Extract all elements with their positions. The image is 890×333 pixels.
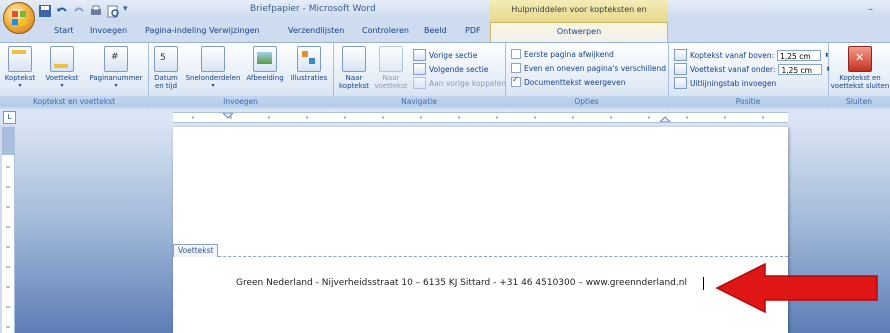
document-page[interactable] [173,127,788,333]
tab-pdf[interactable]: PDF [465,26,481,35]
option-even-oneven[interactable]: Even en oneven pagina's verschillend [511,63,666,73]
voettekst-button[interactable]: Voettekst ▾ [42,46,82,89]
group-label-positie: Positie [668,96,828,107]
goto-footer-icon [379,46,403,72]
tab-controleren[interactable]: Controleren [362,26,409,35]
naar-voettekst-button[interactable]: Naar voettekst [373,46,409,90]
footer-boundary [173,256,788,257]
koptekst-vanaf-boven: Koptekst vanaf boven: 1,25 cm ⬍ [674,49,829,61]
footer-text[interactable]: Green Nederland - Nijverheidsstraat 10 –… [236,278,687,288]
checkbox-eerste-pagina[interactable] [511,49,521,59]
voettekst-vanaf-onder: Voettekst vanaf onder: 1,25 cm ⬍ [674,63,830,75]
option-documenttekst[interactable]: Documenttekst weergeven [511,75,625,87]
tab-invoegen[interactable]: Invoegen [90,26,127,35]
group-opties: Eerste pagina afwijkend Even en oneven p… [505,43,669,108]
koptekst-vanaf-boven-input[interactable]: 1,25 cm [777,49,822,61]
aan-vorige-koppelen-button[interactable]: Aan vorige koppelen [413,77,506,89]
office-logo-icon [12,11,26,25]
uitlijningstab-invoegen-button[interactable]: Uitlijningstab invoegen [674,77,776,89]
vorige-sectie-button[interactable]: Vorige sectie [413,49,477,61]
group-sluiten: ✕ Koptekst en voettekst sluiten Sluiten [828,43,890,108]
paginanummer-button[interactable]: # Paginanummer ▾ [88,46,144,89]
tab-verwijzingen[interactable]: Verwijzingen [209,26,260,35]
header-position-icon [674,49,687,61]
close-header-footer-button[interactable]: ✕ Koptekst en voettekst sluiten [830,46,890,90]
window-title: Briefpapier - Microsoft Word [250,4,376,14]
tab-start[interactable]: Start [54,26,74,35]
group-invoegen: 5 Datum en tijd Snelonderdelen ▾ Afbeeldi… [148,43,334,108]
naar-koptekst-button[interactable]: Naar koptekst [337,46,371,90]
checkbox-even-oneven[interactable] [511,63,521,73]
group-positie: Koptekst vanaf boven: 1,25 cm ⬍ Voettekst … [668,43,830,108]
calendar-icon: 5 [154,46,178,72]
ribbon-tab-row: Start Invoegen Pagina-indeling Verwijzin… [0,22,890,42]
redo-icon[interactable] [72,4,86,18]
minimize-button[interactable]: – [868,4,873,15]
quick-parts-icon [201,46,225,72]
tab-verzendlijsten[interactable]: Verzendlijsten [288,26,344,35]
footer-label-tab: Voettekst [173,244,219,257]
group-koptekst-voettekst: Koptekst ▾ Voettekst ▾ # Paginanummer ▾ Kop… [0,43,149,108]
group-label-koptekst: Koptekst en voettekst [0,96,148,107]
previous-section-icon [413,49,426,61]
office-button[interactable] [3,2,35,34]
datum-tijd-button[interactable]: 5 Datum en tijd [152,46,180,90]
tab-pagina-indeling[interactable]: Pagina-indeling [145,26,206,35]
option-eerste-pagina[interactable]: Eerste pagina afwijkend [511,49,614,59]
picture-icon [253,46,277,72]
horizontal-ruler[interactable] [173,112,788,123]
next-section-icon [413,63,426,75]
page-number-icon: # [104,46,128,72]
afbeelding-button[interactable]: Afbeelding [244,46,286,82]
tab-beeld[interactable]: Beeld [424,26,447,35]
customize-dropdown-icon[interactable]: ▾ [123,4,137,18]
voettekst-vanaf-onder-input[interactable]: 1,25 cm [778,63,823,75]
tab-alignment-icon [674,77,687,89]
ribbon: Koptekst ▾ Voettekst ▾ # Paginanummer ▾ Kop… [0,42,890,110]
text-cursor [703,277,704,290]
undo-icon[interactable] [55,4,69,18]
group-navigatie: Naar koptekst Naar voettekst Vorige sect… [333,43,506,108]
link-icon [413,77,426,89]
ruler-ticks [192,113,764,122]
goto-header-icon [342,46,366,72]
checkbox-documenttekst[interactable] [511,75,521,87]
vertical-ruler-ticks [6,166,10,328]
contextual-tab-title: Hulpmiddelen voor kopteksten en voetteks… [490,0,668,34]
volgende-sectie-button[interactable]: Volgende sectie [413,63,488,75]
footer-position-icon [674,63,687,75]
group-label-navigatie: Navigatie [333,96,505,107]
group-label-opties: Opties [505,96,668,107]
red-arrow-icon [715,262,878,314]
footer-icon [50,46,74,72]
quick-access-toolbar: ▾ [38,3,137,19]
tab-selector-button[interactable]: L [3,111,16,124]
print-icon[interactable] [89,4,103,18]
illustraties-button[interactable]: Illustraties [288,46,330,82]
clipart-icon [297,46,321,72]
print-preview-icon[interactable] [106,4,120,18]
save-icon[interactable] [38,4,52,18]
group-label-invoegen: Invoegen [148,96,333,107]
close-icon: ✕ [848,46,872,72]
tab-ontwerpen[interactable]: Ontwerpen [490,22,668,42]
vertical-ruler[interactable] [2,127,15,333]
koptekst-button[interactable]: Koptekst ▾ [2,46,38,89]
group-label-sluiten: Sluiten [828,96,890,107]
header-icon [8,46,32,72]
snelonderdelen-button[interactable]: Snelonderdelen ▾ [184,46,242,89]
